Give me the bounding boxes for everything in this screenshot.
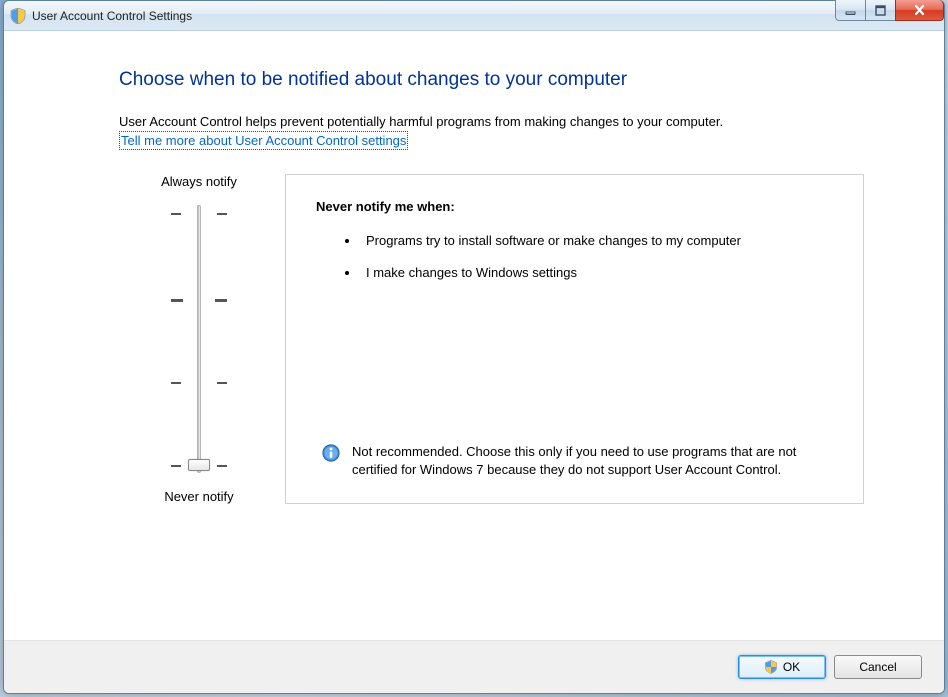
slider-thumb[interactable]: [188, 459, 210, 471]
slider-tick: [217, 213, 227, 215]
info-bullet: Programs try to install software or make…: [360, 232, 833, 250]
shield-icon: [10, 8, 26, 24]
slider-tick: [171, 382, 181, 384]
slider-tick: [217, 382, 227, 384]
page-description: User Account Control helps prevent poten…: [119, 113, 924, 150]
description-text: User Account Control helps prevent poten…: [119, 114, 723, 129]
maximize-icon: [875, 5, 886, 16]
slider-track: [197, 205, 201, 473]
close-button[interactable]: [895, 0, 944, 21]
title-bar[interactable]: User Account Control Settings: [4, 1, 944, 31]
info-title: Never notify me when:: [316, 199, 833, 214]
slider-label-always: Always notify: [119, 174, 279, 189]
slider-tick: [215, 299, 227, 302]
button-row: OK Cancel: [4, 641, 944, 693]
info-panel: Never notify me when: Programs try to in…: [285, 174, 864, 504]
client-area: Choose when to be notified about changes…: [4, 31, 944, 641]
ok-button-label: OK: [783, 660, 800, 674]
info-note-text: Not recommended. Choose this only if you…: [352, 443, 803, 479]
minimize-icon: [845, 5, 856, 16]
cancel-button[interactable]: Cancel: [834, 655, 922, 679]
window-controls: [836, 0, 944, 21]
slider-label-never: Never notify: [119, 489, 279, 504]
main-row: Always notify Never notify Never notify …: [119, 174, 924, 504]
slider-tick: [171, 213, 181, 215]
help-link[interactable]: Tell me more about User Account Control …: [119, 131, 408, 151]
slider-tick: [171, 299, 183, 302]
minimize-button[interactable]: [835, 0, 866, 21]
close-icon: [913, 4, 926, 16]
uac-settings-window: User Account Control Settings Choose whe…: [3, 0, 945, 694]
notification-slider[interactable]: [119, 205, 279, 473]
ok-button[interactable]: OK: [738, 655, 826, 679]
info-note: Not recommended. Choose this only if you…: [316, 443, 833, 479]
maximize-button[interactable]: [865, 0, 896, 21]
window-title: User Account Control Settings: [32, 9, 192, 23]
slider-tick: [217, 465, 227, 467]
info-icon: [322, 444, 340, 462]
slider-tick: [171, 465, 181, 467]
info-bullet: I make changes to Windows settings: [360, 264, 833, 282]
slider-column: Always notify Never notify: [119, 174, 279, 504]
page-heading: Choose when to be notified about changes…: [119, 69, 924, 91]
shield-icon: [764, 660, 778, 674]
cancel-button-label: Cancel: [859, 660, 896, 674]
info-bullet-list: Programs try to install software or make…: [316, 232, 833, 295]
